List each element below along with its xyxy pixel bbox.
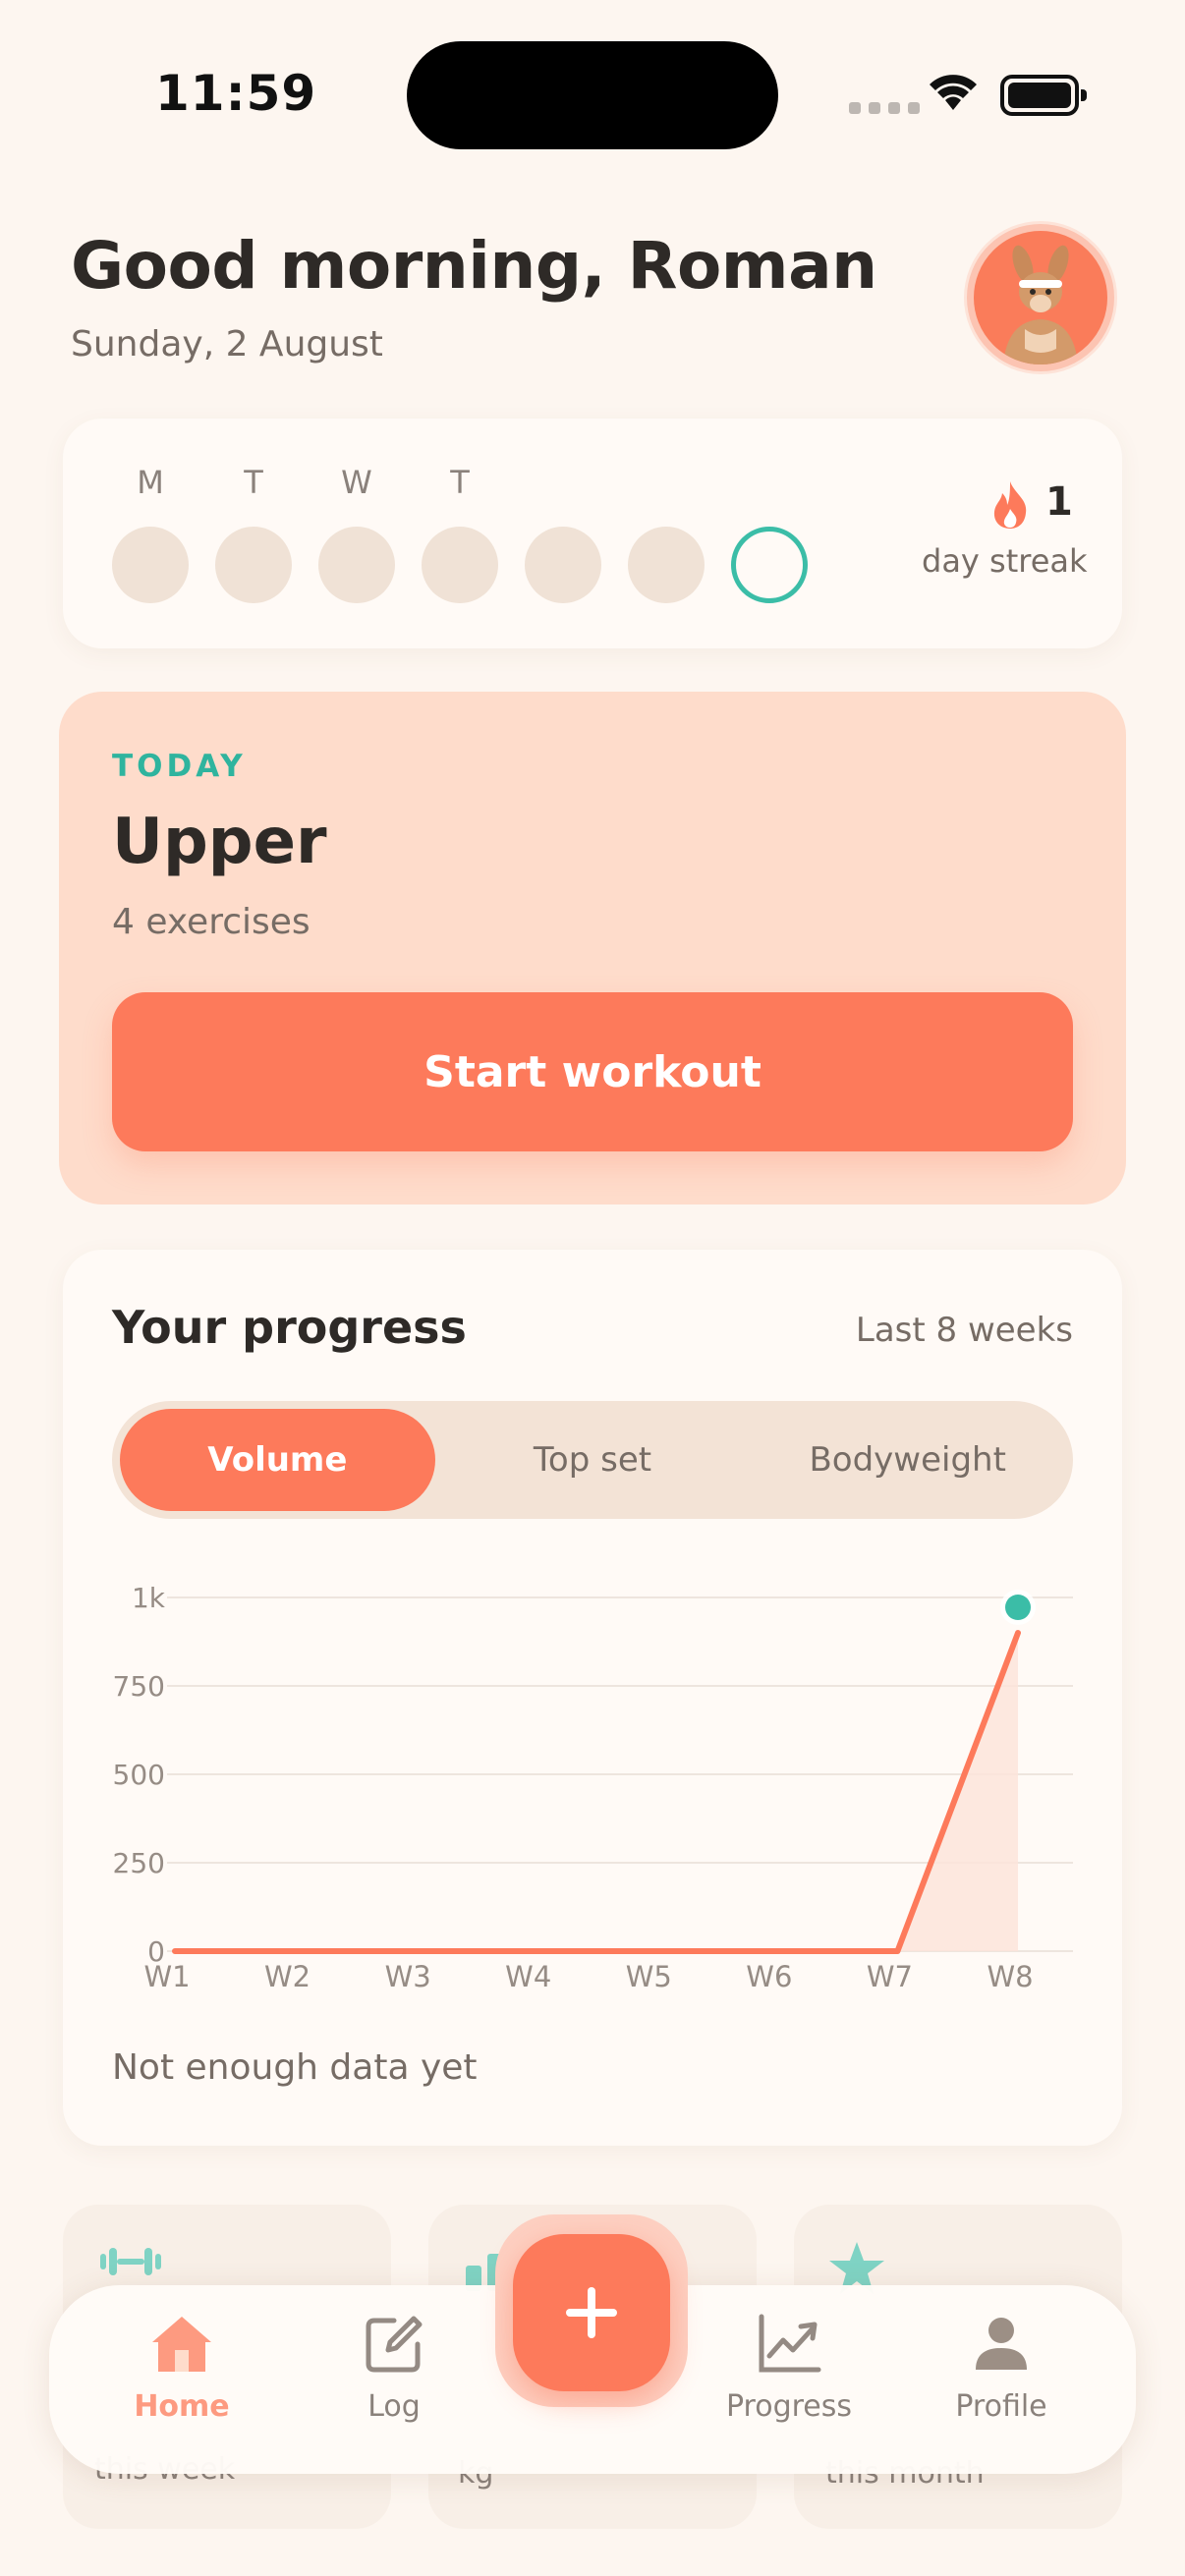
- chart-y-tick-label: 500: [113, 1759, 165, 1791]
- volume-chart: 02505007501kW1 W2 W3 W4 W5 W6 W7 W8: [113, 1582, 1073, 1993]
- today-kicker: TODAY: [112, 749, 247, 784]
- cellular-signal-icon: [849, 102, 920, 114]
- streak-day-dot: [318, 527, 395, 603]
- current-date: Sunday, 2 August: [71, 324, 383, 364]
- tab-label: Log: [367, 2389, 421, 2424]
- chart-x-tick-label: W6: [746, 1960, 792, 1993]
- greeting-title: Good morning, Roman: [71, 228, 877, 304]
- chart-x-tick-label: W1: [143, 1960, 190, 1993]
- chart-x-tick-label: W7: [867, 1960, 913, 1993]
- chart-y-tick-label: 1k: [132, 1582, 166, 1614]
- chart-point-latest: [1005, 1595, 1031, 1620]
- chart-x-tick-label: W3: [385, 1960, 431, 1993]
- tab-profile[interactable]: Profile: [908, 2311, 1095, 2424]
- tab-label: Profile: [955, 2389, 1047, 2424]
- chart-y-tick-label: 250: [113, 1847, 165, 1879]
- streak-day-dot: [628, 527, 705, 603]
- workout-title: Upper: [112, 806, 327, 878]
- day-label: T: [450, 464, 470, 501]
- dumbbell-icon: [100, 2248, 161, 2275]
- streak-day-dot-today: [731, 527, 808, 603]
- progress-range[interactable]: Last 8 weeks: [786, 1311, 1073, 1350]
- chart-y-tick-label: 750: [113, 1670, 165, 1703]
- plus-icon: [566, 2287, 617, 2338]
- tab-log[interactable]: Log: [301, 2311, 487, 2424]
- streak-card: [63, 419, 1122, 648]
- streak-count: 1: [1045, 479, 1073, 525]
- tab-label: Home: [134, 2389, 230, 2424]
- user-icon: [976, 2318, 1027, 2370]
- chart-x-tick-label: W4: [505, 1960, 551, 1993]
- streak-day-dot: [525, 527, 601, 603]
- dynamic-island: [407, 41, 778, 149]
- tab-bodyweight[interactable]: Bodyweight: [750, 1409, 1065, 1511]
- status-time: 11:59: [155, 65, 317, 122]
- chart-note: Not enough data yet: [112, 2047, 478, 2088]
- streak-day-dot: [112, 527, 189, 603]
- home-icon: [152, 2317, 211, 2372]
- chart-x-tick-label: W8: [987, 1960, 1033, 1993]
- tab-volume[interactable]: Volume: [120, 1409, 435, 1511]
- kangaroo-avatar-icon[interactable]: [967, 224, 1114, 371]
- trend-chart-icon: [759, 2314, 821, 2373]
- streak-day-dot: [215, 527, 292, 603]
- day-label: W: [341, 464, 372, 501]
- tab-label: Progress: [725, 2389, 853, 2424]
- chart-series-line: [172, 1630, 1021, 1954]
- progress-metric-switch: Volume Top set Bodyweight: [112, 1401, 1073, 1519]
- progress-title: Your progress: [112, 1301, 467, 1354]
- chart-x-tick-label: W2: [264, 1960, 310, 1993]
- tab-progress[interactable]: Progress: [696, 2311, 882, 2424]
- start-workout-button[interactable]: Start workout: [112, 992, 1073, 1151]
- day-label: M: [137, 464, 164, 501]
- chart-area: [175, 1633, 1018, 1951]
- wifi-icon: [930, 75, 977, 110]
- streak-day-dot: [422, 527, 498, 603]
- streak-label: day streak: [922, 542, 1088, 580]
- tab-top-set[interactable]: Top set: [435, 1409, 751, 1511]
- tab-home[interactable]: Home: [88, 2311, 275, 2424]
- add-workout-button[interactable]: [513, 2234, 670, 2391]
- chart-x-tick-label: W5: [626, 1960, 672, 1993]
- battery-icon: [1000, 75, 1087, 116]
- edit-icon: [366, 2316, 423, 2373]
- flame-icon: [993, 481, 1027, 529]
- day-label: T: [244, 464, 263, 501]
- exercise-count: 4 exercises: [112, 902, 310, 942]
- kangaroo-illustration: [1003, 245, 1078, 364]
